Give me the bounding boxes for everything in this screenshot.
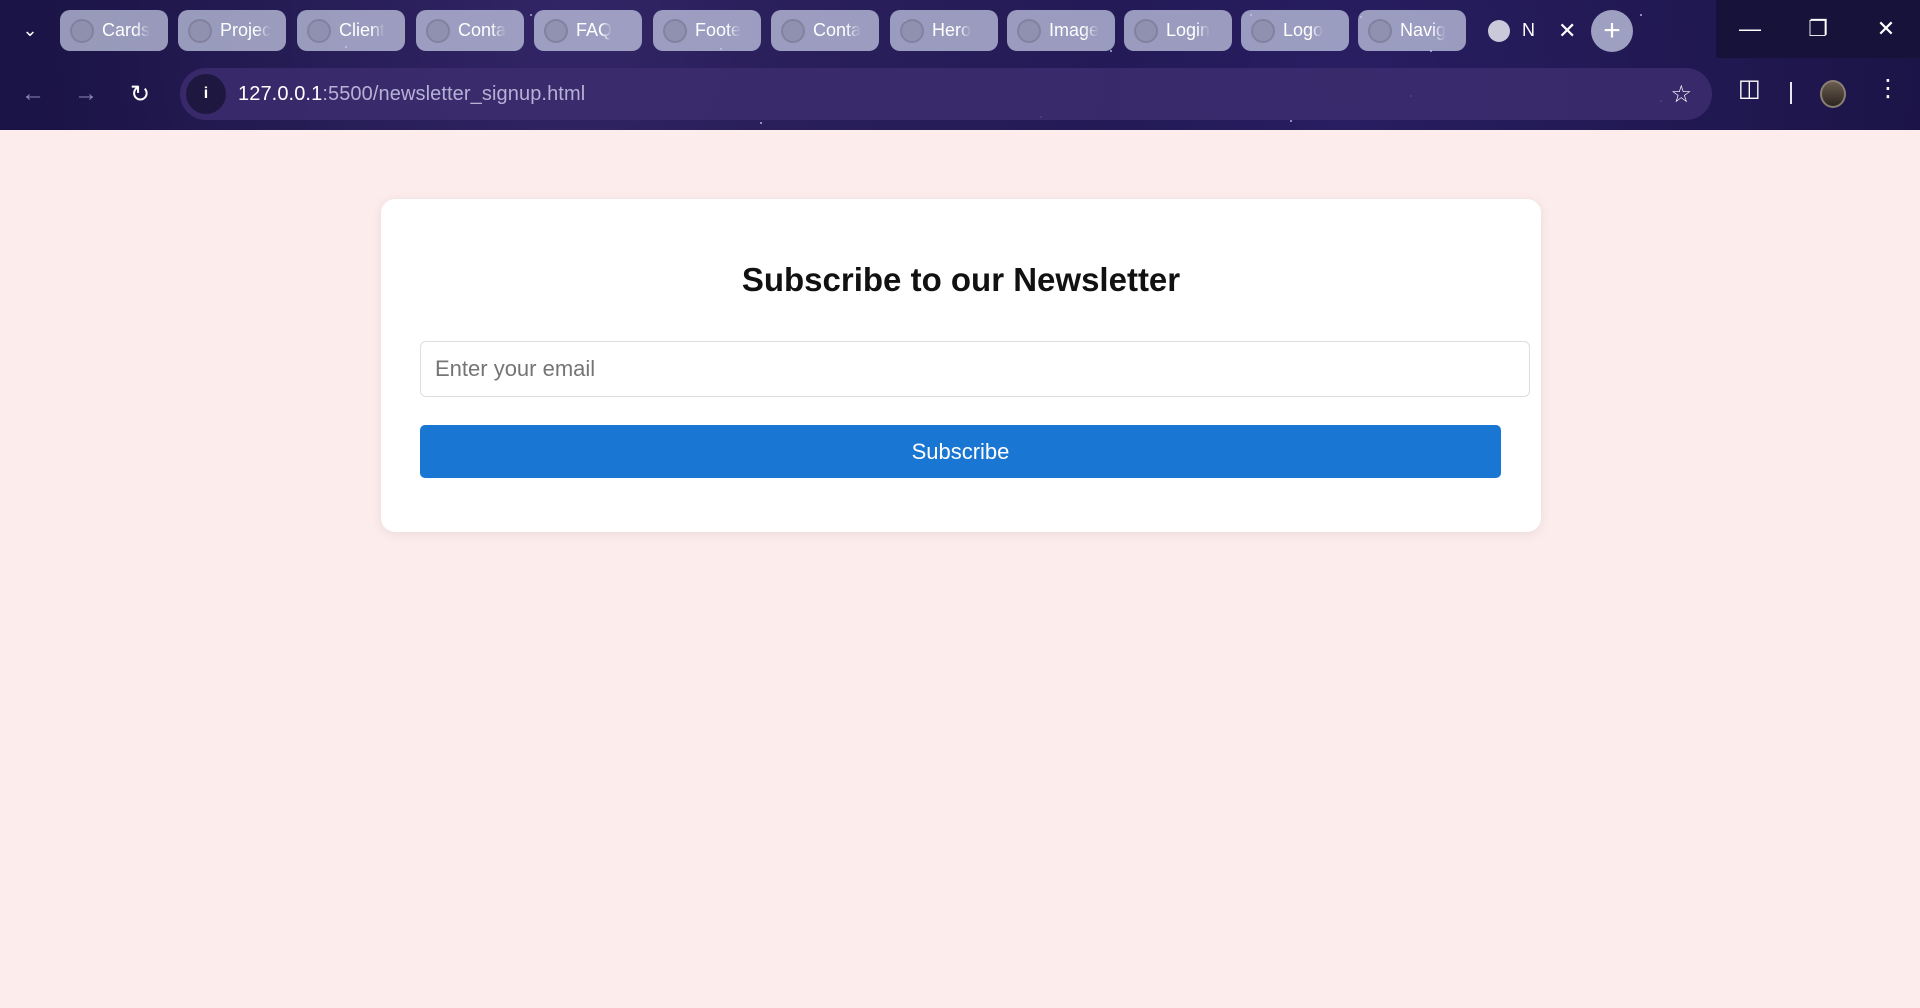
arrow-left-icon[interactable]: ← <box>15 76 51 112</box>
globe-icon <box>1368 18 1392 43</box>
tab-label: Hero <box>932 20 972 40</box>
plus-icon[interactable]: + <box>1591 10 1633 52</box>
tab-label: Logo <box>1283 20 1324 40</box>
tab-footer[interactable]: Foote <box>653 10 761 51</box>
url-path: :5500/newsletter_signup.html <box>322 82 586 105</box>
globe-icon <box>900 18 924 43</box>
star-icon[interactable]: ☆ <box>1670 80 1692 109</box>
globe-icon <box>307 18 331 43</box>
toolbar-divider <box>1790 82 1792 104</box>
tab-contact[interactable]: Conta <box>416 10 524 51</box>
tab-label: Login <box>1166 20 1211 40</box>
avatar[interactable] <box>1820 80 1846 108</box>
newsletter-card: Subscribe to our Newsletter Subscribe <box>381 199 1541 532</box>
tab-label: N <box>1522 20 1535 40</box>
tab-image[interactable]: Image <box>1007 10 1115 51</box>
tab-label: Client <box>339 20 386 40</box>
address-bar[interactable]: i 127.0.0.1:5500/newsletter_signup.html … <box>180 68 1712 120</box>
globe-icon <box>70 18 94 43</box>
email-field[interactable] <box>420 341 1530 397</box>
globe-icon <box>426 18 450 43</box>
close-tab-icon[interactable]: ✕ <box>1558 18 1576 44</box>
tab-projects[interactable]: Projec <box>178 10 286 51</box>
tab-label: Foote <box>695 20 742 40</box>
tab-cards[interactable]: Cards <box>60 10 168 51</box>
page-content: Subscribe to our Newsletter Subscribe <box>0 130 1920 1008</box>
close-icon[interactable]: ✕ <box>1852 0 1920 58</box>
page-title: Subscribe to our Newsletter <box>741 261 1181 298</box>
window-controls: — ❐ ✕ <box>1716 0 1920 58</box>
tab-label: FAQ <box>576 20 613 40</box>
browser-chrome: ⌄ Cards Projec Client Conta FAQ Foote Co… <box>0 0 1920 130</box>
url-host: 127.0.0.1 <box>238 82 323 105</box>
info-icon[interactable]: i <box>186 74 226 114</box>
tab-login[interactable]: Login <box>1124 10 1232 51</box>
tab-clients[interactable]: Client <box>297 10 405 51</box>
tab-label: Conta <box>458 20 507 40</box>
tab-label: Image <box>1049 20 1100 40</box>
minimize-icon[interactable]: — <box>1716 0 1784 58</box>
globe-icon <box>1017 18 1041 43</box>
subscribe-button[interactable]: Subscribe <box>420 425 1501 478</box>
browser-toolbar: ← → ↻ i 127.0.0.1:5500/newsletter_signup… <box>0 62 1920 126</box>
tab-logo[interactable]: Logo <box>1241 10 1349 51</box>
globe-icon <box>663 18 687 43</box>
tab-label: Projec <box>220 20 272 40</box>
tab-hero[interactable]: Hero <box>890 10 998 51</box>
tab-navigation[interactable]: Navig <box>1358 10 1466 51</box>
tab-label: Cards <box>102 20 151 40</box>
kebab-menu-icon[interactable]: ⋮ <box>1876 74 1900 103</box>
globe-icon <box>1488 19 1510 42</box>
arrow-right-icon[interactable]: → <box>68 76 104 112</box>
tab-active[interactable]: N ✕ <box>1478 10 1578 51</box>
tab-faq[interactable]: FAQ <box>534 10 642 51</box>
tab-strip: ⌄ Cards Projec Client Conta FAQ Foote Co… <box>0 0 1920 60</box>
globe-icon <box>781 18 805 43</box>
puzzle-icon[interactable]: ◫ <box>1738 74 1761 103</box>
globe-icon <box>544 18 568 43</box>
tab-contact-2[interactable]: Conta <box>771 10 879 51</box>
url-text[interactable]: 127.0.0.1:5500/newsletter_signup.html <box>238 83 585 106</box>
restore-icon[interactable]: ❐ <box>1784 0 1852 58</box>
chevron-down-icon[interactable]: ⌄ <box>14 14 46 46</box>
globe-icon <box>1134 18 1158 43</box>
globe-icon <box>188 18 212 43</box>
tab-label: Conta <box>813 20 862 40</box>
tab-label: Navig <box>1400 20 1447 40</box>
reload-icon[interactable]: ↻ <box>122 76 158 112</box>
globe-icon <box>1251 18 1275 43</box>
